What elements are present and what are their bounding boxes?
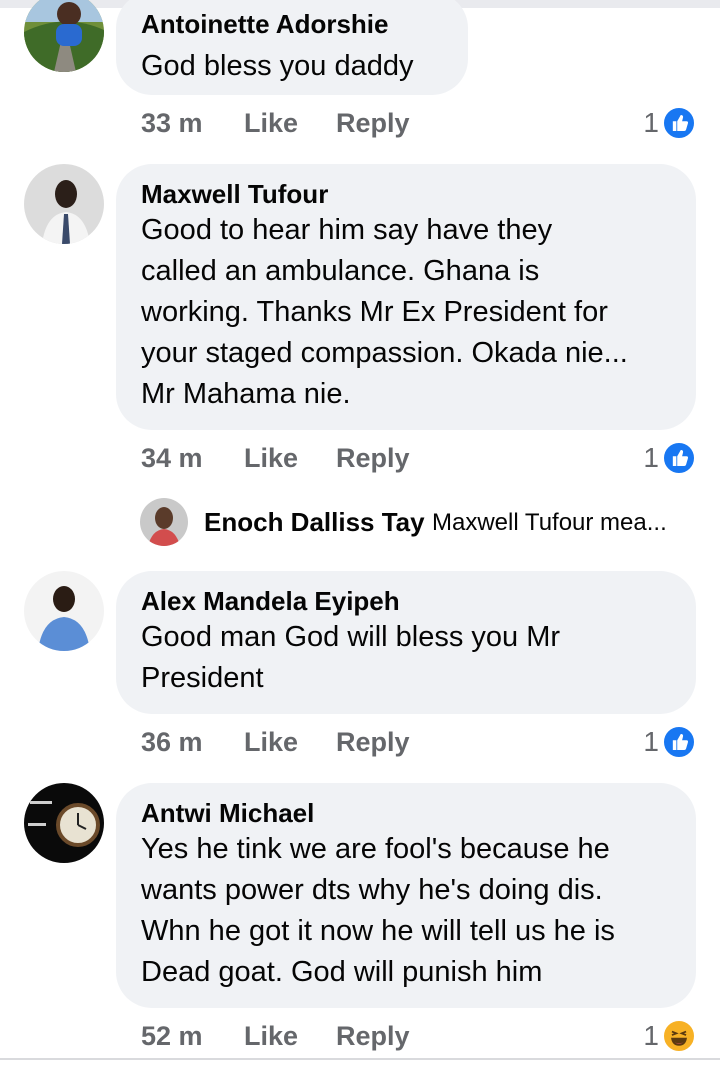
comment-bubble: Alex Mandela Eyipeh Good man God will bl… (116, 571, 696, 714)
like-button[interactable]: Like (244, 1016, 298, 1056)
reaction-count[interactable]: 1 (643, 103, 659, 143)
bottom-divider (0, 1058, 720, 1060)
comment-text-line: working. Thanks Mr Ex President for (141, 296, 608, 328)
comment-author[interactable]: Antwi Michael (141, 797, 672, 829)
avatar[interactable] (24, 164, 104, 244)
comment-time[interactable]: 34 m (141, 438, 203, 478)
reply-author[interactable]: Enoch Dalliss Tay (204, 504, 425, 540)
comment-actions: 33 m Like Reply 1 (141, 103, 701, 143)
avatar[interactable] (24, 783, 104, 863)
comment-bubble: Maxwell Tufour Good to hear him say have… (116, 164, 696, 430)
like-reaction-icon[interactable] (662, 725, 696, 759)
comment-time[interactable]: 52 m (141, 1016, 203, 1056)
like-button[interactable]: Like (244, 103, 298, 143)
like-button[interactable]: Like (244, 722, 298, 762)
reply-text: Maxwell Tufour mea... (432, 509, 667, 536)
like-reaction-icon[interactable] (662, 106, 696, 140)
comment-text: God bless you daddy (141, 50, 414, 82)
reply-button[interactable]: Reply (336, 1016, 410, 1056)
comment-bubble: Antwi Michael Yes he tink we are fool's … (116, 783, 696, 1008)
comment-bubble: Antoinette Adorshie God bless you daddy (116, 0, 468, 95)
reaction-count[interactable]: 1 (643, 1016, 659, 1056)
comment-author[interactable]: Alex Mandela Eyipeh (141, 585, 672, 617)
comment-actions: 36 m Like Reply 1 (141, 722, 701, 762)
reply-preview[interactable]: Enoch Dalliss Tay Maxwell Tufour mea... (140, 498, 700, 548)
comment-actions: 34 m Like Reply 1 (141, 438, 701, 478)
comment-text-line: Dead goat. God will punish him (141, 956, 543, 988)
avatar[interactable] (24, 0, 104, 72)
avatar[interactable] (140, 498, 188, 546)
haha-reaction-icon[interactable] (662, 1019, 696, 1053)
comment-text-line: Yes he tink we are fool's because he (141, 833, 610, 865)
comment-text-line: wants power dts why he's doing dis. (141, 874, 603, 906)
comment-text-line: President (141, 662, 264, 694)
reaction-count[interactable]: 1 (643, 438, 659, 478)
reply-button[interactable]: Reply (336, 103, 410, 143)
reaction-count[interactable]: 1 (643, 722, 659, 762)
comment-time[interactable]: 33 m (141, 103, 203, 143)
comment-text-line: your staged compassion. Okada nie... (141, 337, 628, 369)
comment-text-line: called an ambulance. Ghana is (141, 255, 540, 287)
avatar[interactable] (24, 571, 104, 651)
comment-text-line: Mr Mahama nie. (141, 378, 351, 410)
comment-text-line: Good to hear him say have they (141, 214, 553, 246)
like-reaction-icon[interactable] (662, 441, 696, 475)
reply-button[interactable]: Reply (336, 722, 410, 762)
comment-text-line: Good man God will bless you Mr (141, 621, 561, 653)
like-button[interactable]: Like (244, 438, 298, 478)
comment-text-line: Whn he got it now he will tell us he is (141, 915, 615, 947)
reply-button[interactable]: Reply (336, 438, 410, 478)
comment-author[interactable]: Antoinette Adorshie (141, 8, 444, 40)
comment-time[interactable]: 36 m (141, 722, 203, 762)
comment-actions: 52 m Like Reply 1 (141, 1016, 701, 1056)
comment-author[interactable]: Maxwell Tufour (141, 178, 672, 210)
